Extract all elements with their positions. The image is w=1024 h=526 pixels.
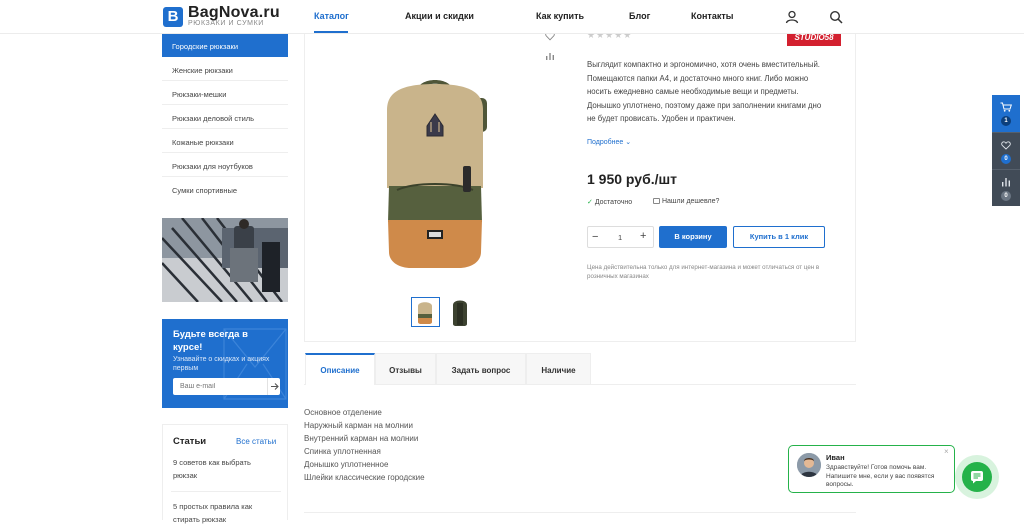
sidebar-item-business-backpacks[interactable]: Рюкзаки деловой стиль <box>162 105 288 129</box>
found-cheaper-link[interactable]: Нашли дешевле? <box>653 198 719 205</box>
buy-one-click-button[interactable]: Купить в 1 клик <box>733 226 825 248</box>
quick-panel: 1 0 0 <box>992 95 1020 206</box>
thumbnail-backpack-khaki <box>418 302 432 324</box>
nav-blog[interactable]: Блог <box>629 11 650 21</box>
nav-contacts[interactable]: Контакты <box>691 11 733 21</box>
logo-badge[interactable]: B <box>163 7 183 27</box>
tab-ask-question[interactable]: Задать вопрос <box>436 353 526 385</box>
subscribe-block: Будьте всегда в курсе! Узнавайте о скидк… <box>162 319 288 408</box>
wishlist-count-badge: 0 <box>1001 154 1011 164</box>
promo-banner-image[interactable] <box>162 218 288 302</box>
nav-catalog[interactable]: Каталог <box>314 11 349 21</box>
spec-item: Шлейки классические городские <box>304 473 425 482</box>
arrow-right-icon <box>271 383 279 390</box>
all-articles-link[interactable]: Все статьи <box>236 437 276 446</box>
sidebar-item-laptop-backpacks[interactable]: Рюкзаки для ноутбуков <box>162 153 288 177</box>
add-to-cart-button[interactable]: В корзину <box>659 226 727 248</box>
compare-count-badge: 0 <box>1001 191 1011 201</box>
compare-bars-icon <box>1002 178 1010 187</box>
compare-button[interactable]: 0 <box>992 169 1020 206</box>
articles-title: Статьи <box>173 436 207 447</box>
content-divider <box>304 512 856 513</box>
close-icon[interactable]: × <box>944 447 949 456</box>
tab-availability[interactable]: Наличие <box>526 353 591 385</box>
product-main-image[interactable] <box>375 70 495 275</box>
quantity-value[interactable]: 1 <box>618 233 622 242</box>
sidebar-item-women-backpacks[interactable]: Женские рюкзаки <box>162 57 288 81</box>
found-cheaper-text[interactable]: Нашли дешевле? <box>662 198 719 205</box>
chat-open-button[interactable] <box>962 462 992 492</box>
nav-sales[interactable]: Акции и скидки <box>405 11 474 21</box>
thumbnail-backpack-dark[interactable] <box>448 297 472 327</box>
chat-icon <box>971 471 983 484</box>
sidebar-item-sport-bags[interactable]: Сумки спортивные <box>162 177 288 201</box>
nav-active-indicator <box>314 31 348 33</box>
tab-reviews[interactable]: Отзывы <box>375 353 436 385</box>
product-description: Выглядит компактно и эргономично, хотя о… <box>587 60 822 123</box>
stock-status: ✓ Достаточно <box>587 198 632 206</box>
price-note: Цена действительна только для интернет-м… <box>587 264 820 280</box>
stock-text: Достаточно <box>594 199 633 206</box>
chat-agent-name: Иван <box>826 453 845 462</box>
spec-item: Спинка уплотненная <box>304 447 381 456</box>
heart-icon <box>1001 141 1011 150</box>
sidebar-item-city-backpacks[interactable]: Городские рюкзаки <box>162 33 288 57</box>
nav-how-to-buy[interactable]: Как купить <box>536 11 584 21</box>
cart-icon <box>1000 102 1012 112</box>
compare-icon[interactable] <box>545 51 555 61</box>
article-link[interactable]: 5 простых правила как стирать рюкзак <box>173 500 273 526</box>
article-link[interactable]: 9 советов как выбрать рюкзак <box>173 456 268 482</box>
user-icon[interactable] <box>785 10 799 24</box>
quantity-stepper[interactable]: − 1 + <box>587 226 654 248</box>
product-price: 1 950 руб./шт <box>587 171 678 187</box>
logo-tagline: РЮКЗАКИ И СУМКИ <box>188 20 264 27</box>
avatar <box>797 453 821 477</box>
quantity-increase-button[interactable]: + <box>640 230 646 242</box>
more-link-label[interactable]: Подробнее <box>587 139 623 146</box>
quantity-decrease-button[interactable]: − <box>592 231 598 243</box>
subscribe-title: Будьте всегда в курсе! <box>173 329 248 353</box>
spec-item: Наружный карман на молнии <box>304 421 413 430</box>
spec-item: Основное отделение <box>304 408 382 417</box>
divider <box>171 491 281 492</box>
sidebar-item-drawstring-backpacks[interactable]: Рюкзаки-мешки <box>162 81 288 105</box>
spec-item: Донышко уплотненное <box>304 460 389 469</box>
articles-block: Статьи Все статьи 9 советов как выбрать … <box>162 424 288 524</box>
cart-button[interactable]: 1 <box>992 95 1020 132</box>
tag-icon <box>653 198 660 204</box>
chevron-down-icon: ⌄ <box>625 139 632 146</box>
subscribe-text: Узнавайте о скидках и акциях первым <box>173 356 270 372</box>
subscribe-submit-button[interactable] <box>267 378 280 395</box>
search-icon[interactable] <box>829 10 843 24</box>
chat-message: Здравствуйте! Готов помочь вам. Напишите… <box>826 464 935 488</box>
email-input[interactable] <box>173 378 267 395</box>
more-link[interactable]: Подробнее ⌄ <box>587 138 631 146</box>
sidebar-item-leather-backpacks[interactable]: Кожаные рюкзаки <box>162 129 288 153</box>
chat-popup[interactable]: Иван Здравствуйте! Готов помочь вам. Нап… <box>788 445 955 493</box>
spec-item: Внутренний карман на молнии <box>304 434 419 443</box>
cart-count-badge: 1 <box>1001 116 1011 126</box>
check-icon: ✓ <box>587 199 593 206</box>
header: B BagNova.ru РЮКЗАКИ И СУМКИ Каталог Акц… <box>0 0 1024 34</box>
tab-description[interactable]: Описание <box>305 353 375 385</box>
wishlist-button[interactable]: 0 <box>992 132 1020 169</box>
thumbnail-active[interactable] <box>411 297 440 327</box>
